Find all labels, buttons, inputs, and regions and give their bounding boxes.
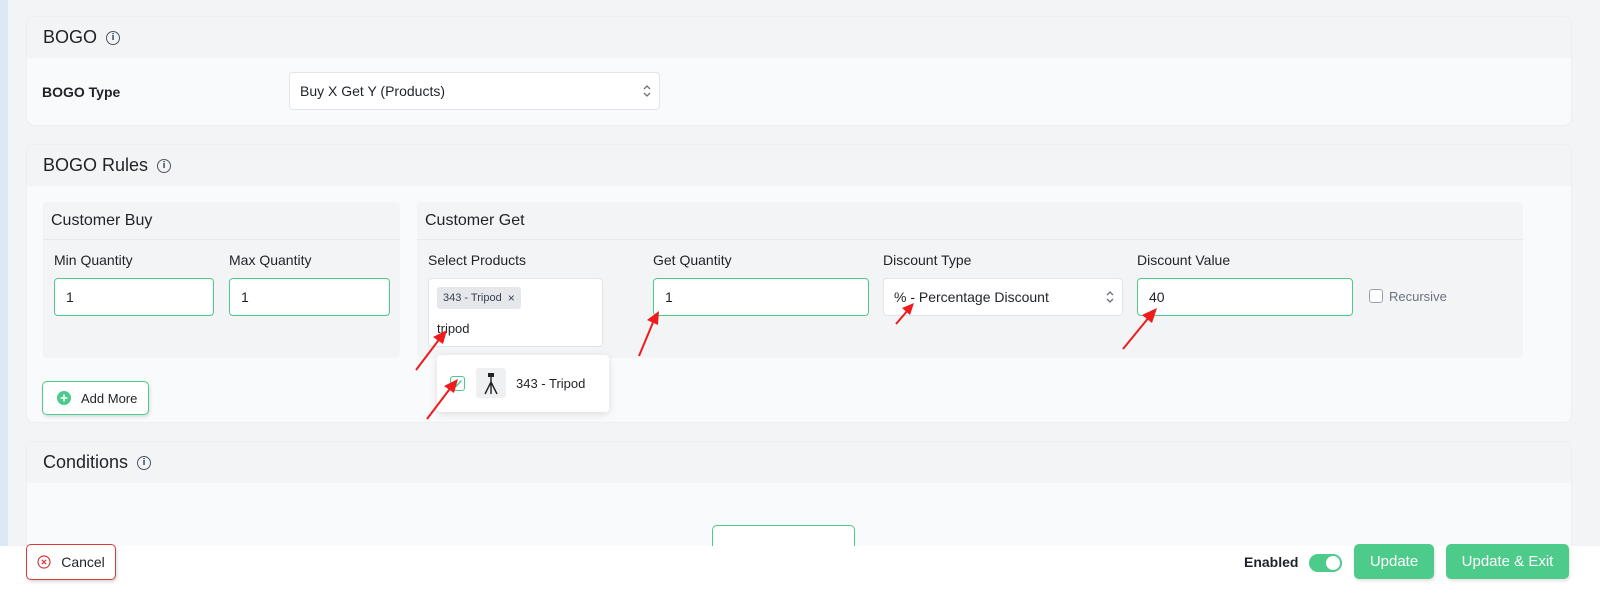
customer-buy-title: Customer Buy [43,202,400,240]
bottom-action-bar: Cancel Enabled Update Update & Exit [0,544,1600,602]
annotation-arrow [415,330,447,371]
discount-value-input[interactable]: 40 [1137,278,1353,316]
selected-product-tag: 343 - Tripod × [437,287,521,309]
annotation-arrow [638,311,659,357]
cancel-label: Cancel [61,554,105,570]
get-quantity-value: 1 [665,289,673,305]
max-quantity-label: Max Quantity [229,252,312,268]
annotation-arrow [426,379,458,420]
info-icon[interactable]: i [157,158,172,173]
cancel-button[interactable]: Cancel [26,544,116,580]
min-quantity-value: 1 [66,289,74,305]
chevron-up-down-icon [643,85,651,97]
customer-get-panel: Customer Get Select Products 343 - Tripo… [417,202,1523,358]
customer-buy-panel: Customer Buy Min Quantity 1 Max Quantity… [43,202,400,358]
bogo-type-select[interactable]: Buy X Get Y (Products) [289,72,660,110]
discount-type-label: Discount Type [883,252,972,268]
get-quantity-input[interactable]: 1 [653,278,869,316]
bogo-card: BOGO i BOGO Type Buy X Get Y (Products) [26,16,1572,126]
recursive-checkbox[interactable] [1369,289,1383,303]
tripod-thumbnail [476,368,506,398]
info-icon[interactable]: i [137,455,152,470]
bogo-rules-header: BOGO Rules i [27,145,1571,186]
add-more-label: Add More [81,390,138,406]
bogo-type-value: Buy X Get Y (Products) [300,83,445,99]
conditions-header: Conditions i [27,442,1571,483]
conditions-title: Conditions [43,452,129,472]
bogo-card-header: BOGO i [27,17,1571,58]
close-circle-icon [37,555,51,569]
discount-value-label: Discount Value [1137,252,1231,268]
update-exit-button[interactable]: Update & Exit [1446,544,1569,579]
customer-get-title: Customer Get [417,202,1523,240]
update-exit-label: Update & Exit [1461,553,1554,570]
max-quantity-input[interactable]: 1 [229,278,390,316]
update-button[interactable]: Update [1354,544,1434,579]
tripod-icon [484,373,498,395]
recursive-label: Recursive [1389,289,1447,304]
plus-circle-icon [57,391,71,405]
select-products-label: Select Products [428,252,527,268]
min-quantity-label: Min Quantity [54,252,133,268]
add-more-button[interactable]: Add More [42,381,149,415]
min-quantity-input[interactable]: 1 [54,278,214,316]
page: BOGO i BOGO Type Buy X Get Y (Products) … [8,0,1600,602]
annotation-arrow [895,303,914,325]
select-products-field[interactable]: 343 - Tripod × tripod [428,278,603,347]
info-icon[interactable]: i [106,30,121,45]
toggle-knob [1326,556,1340,570]
bogo-type-label: BOGO Type [42,84,121,100]
selected-product-tag-label: 343 - Tripod [443,292,502,304]
close-icon[interactable]: × [508,291,515,305]
chevron-up-down-icon [1106,291,1114,303]
enabled-toggle[interactable] [1309,554,1342,572]
update-label: Update [1369,553,1419,570]
bogo-rules-title: BOGO Rules [43,155,149,175]
dropdown-option-label: 343 - Tripod [516,376,586,391]
bogo-title: BOGO [43,27,98,47]
enabled-label: Enabled [1244,554,1299,570]
max-quantity-value: 1 [241,289,249,305]
get-quantity-label: Get Quantity [653,252,732,268]
discount-value-value: 40 [1149,289,1165,305]
bogo-rules-card: BOGO Rules i Customer Buy Min Quantity 1… [26,144,1572,423]
annotation-arrow [1122,308,1157,350]
discount-type-select[interactable]: % - Percentage Discount [883,278,1123,316]
